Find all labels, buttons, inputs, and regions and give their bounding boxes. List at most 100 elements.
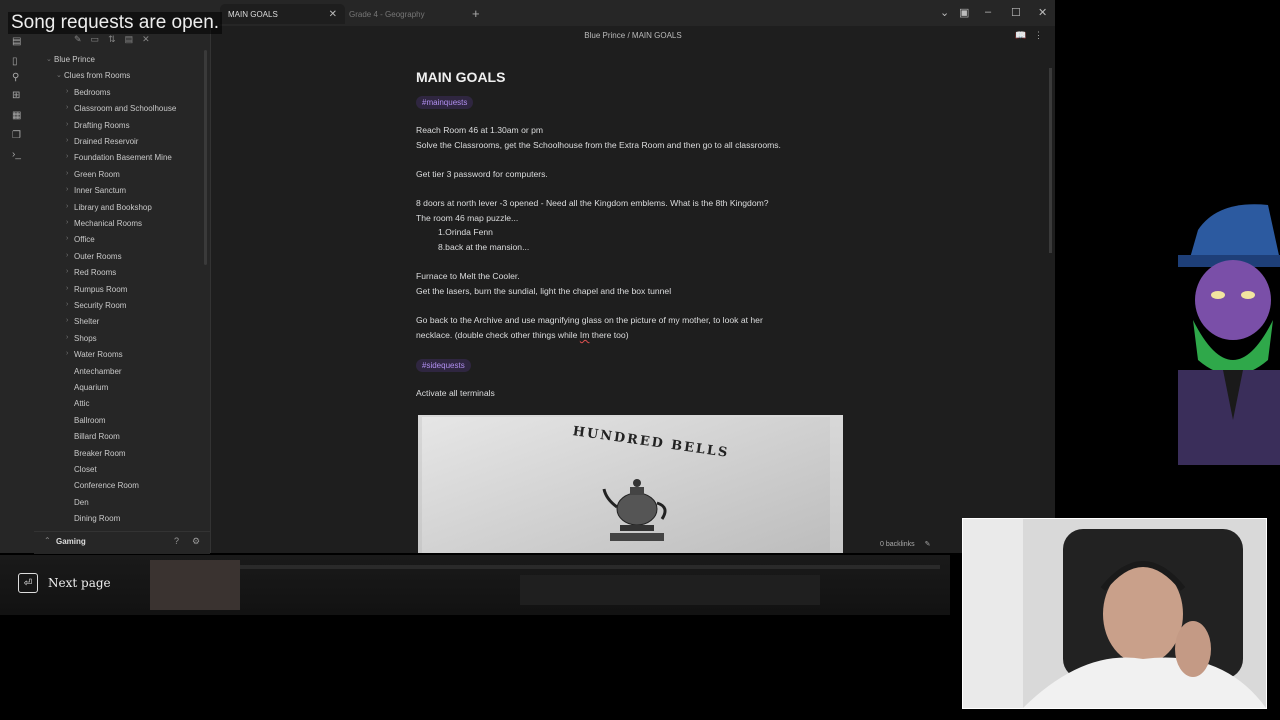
settings-icon[interactable]: ⚙ — [192, 536, 200, 547]
chevron-icon[interactable]: › — [66, 137, 68, 144]
tree-folder[interactable]: Clues from Rooms — [64, 71, 130, 80]
tree-subfolder[interactable]: Classroom and Schoolhouse — [74, 104, 176, 113]
tree-subfolder[interactable]: Security Room — [74, 301, 126, 310]
tree-subfolder[interactable]: Foundation Basement Mine — [74, 153, 172, 162]
tree-subfolder[interactable]: Library and Bookshop — [74, 203, 152, 212]
sidebar-toggle-icon[interactable]: ▣ — [959, 6, 969, 19]
chevron-icon[interactable]: › — [66, 104, 68, 111]
copy-icon[interactable]: ❐ — [12, 130, 21, 141]
goal-line: necklace. (double check other things whi… — [416, 330, 629, 340]
canvas-icon[interactable]: ⊞ — [12, 90, 20, 101]
chevron-icon[interactable]: › — [66, 285, 68, 292]
webcam-feed — [962, 518, 1267, 709]
help-icon[interactable]: ? — [174, 536, 179, 546]
tree-subfolder[interactable]: Office — [74, 235, 95, 244]
chevron-icon[interactable]: › — [66, 317, 68, 324]
list-item: 8.back at the mansion... — [438, 242, 530, 252]
files-icon[interactable]: ▤ — [12, 36, 21, 47]
chevron-icon[interactable]: › — [66, 203, 68, 210]
next-page-prompt[interactable]: ⏎ Next page — [18, 573, 111, 593]
calendar-icon[interactable]: ▦ — [12, 110, 21, 121]
breadcrumb-vault[interactable]: Blue Prince — [584, 31, 625, 40]
window-close-icon[interactable]: ✕ — [1038, 6, 1047, 19]
goal-line: 8 doors at north lever -3 opened - Need … — [416, 198, 769, 208]
tag-mainquests[interactable]: #mainquests — [416, 96, 474, 109]
tree-subfolder[interactable]: Inner Sanctum — [74, 186, 126, 195]
goal-line: Get the lasers, burn the sundial, light … — [416, 286, 672, 296]
tag-sidequests[interactable]: #sidequests — [416, 359, 471, 372]
goal-line: Reach Room 46 at 1.30am or pm — [416, 125, 544, 135]
note-title: MAIN GOALS — [416, 69, 506, 85]
tree-root[interactable]: Blue Prince — [54, 55, 95, 64]
tree-note[interactable]: Aquarium — [74, 383, 108, 392]
chevron-icon[interactable]: › — [66, 121, 68, 128]
file-explorer: ✎▭⇅▤✕ ⌄ Blue Prince ⌄ Clues from Rooms › Bedr… — [34, 26, 211, 553]
teapot-icon — [602, 479, 667, 541]
edit-icon[interactable]: ✎ — [925, 541, 931, 548]
backlinks-count[interactable]: 0 backlinks — [880, 541, 915, 548]
chevron-icon[interactable]: › — [66, 219, 68, 226]
new-tab-icon[interactable]: + — [472, 6, 480, 21]
new-note-icon[interactable]: ✎ — [74, 34, 91, 44]
graph-icon[interactable]: ⚲ — [12, 72, 19, 83]
vault-switcher[interactable]: ⌃ Gaming ? ⚙ — [34, 531, 210, 554]
chevron-icon[interactable]: › — [66, 301, 68, 308]
webcam-image — [963, 519, 1266, 708]
chevron-down-icon[interactable]: ⌄ — [940, 6, 949, 19]
tree-note[interactable]: Dining Room — [74, 514, 120, 523]
reading-mode-icon[interactable]: 📖 — [1015, 30, 1026, 40]
chevron-icon[interactable]: › — [66, 334, 68, 341]
tree-note[interactable]: Conference Room — [74, 481, 139, 490]
close-panel-icon[interactable]: ✕ — [142, 34, 159, 44]
tree-subfolder[interactable]: Rumpus Room — [74, 285, 127, 294]
key-icon: ⏎ — [18, 573, 38, 593]
chevron-icon[interactable]: › — [66, 350, 68, 357]
tree-subfolder[interactable]: Outer Rooms — [74, 252, 122, 261]
chevron-icon[interactable]: ⌄ — [56, 71, 62, 79]
embedded-image[interactable]: HUNDRED BELLS — [418, 415, 843, 553]
terminal-icon[interactable]: ›_ — [12, 149, 21, 160]
page-icon[interactable]: ▯ — [12, 56, 18, 67]
collapse-icon[interactable]: ▤ — [125, 34, 143, 44]
tree-note[interactable]: Billard Room — [74, 432, 120, 441]
chevron-icon[interactable]: › — [66, 170, 68, 177]
goal-line: Furnace to Melt the Cooler. — [416, 271, 520, 281]
sidebar-scrollbar[interactable] — [204, 50, 207, 265]
goal-line: Go back to the Archive and use magnifyin… — [416, 315, 763, 325]
tree-subfolder[interactable]: Water Rooms — [74, 350, 123, 359]
breadcrumb-note[interactable]: MAIN GOALS — [632, 31, 682, 40]
chevron-icon[interactable]: › — [66, 153, 68, 160]
tree-subfolder[interactable]: Drained Reservoir — [74, 137, 138, 146]
misspelled-word[interactable]: Im — [580, 330, 590, 340]
next-page-label: Next page — [48, 576, 111, 590]
tree-note[interactable]: Closet — [74, 465, 97, 474]
chevron-icon[interactable]: › — [66, 235, 68, 242]
tree-subfolder[interactable]: Shops — [74, 334, 97, 343]
tree-note[interactable]: Den — [74, 498, 89, 507]
tree-subfolder[interactable]: Bedrooms — [74, 88, 110, 97]
tree-note[interactable]: Ballroom — [74, 416, 106, 425]
minimize-icon[interactable]: – — [985, 6, 991, 18]
tab-main-goals[interactable]: MAIN GOALS ✕ — [220, 4, 345, 24]
more-options-icon[interactable]: ⋮ — [1034, 30, 1043, 40]
sort-icon[interactable]: ⇅ — [108, 34, 125, 44]
tree-note[interactable]: Attic — [74, 399, 90, 408]
tree-subfolder[interactable]: Green Room — [74, 170, 120, 179]
tree-note[interactable]: Antechamber — [74, 367, 122, 376]
tree-subfolder[interactable]: Drafting Rooms — [74, 121, 130, 130]
close-icon[interactable]: ✕ — [329, 9, 337, 20]
chevron-icon[interactable]: ⌄ — [46, 55, 52, 63]
tree-subfolder[interactable]: Red Rooms — [74, 268, 116, 277]
chevron-icon[interactable]: › — [66, 186, 68, 193]
maximize-icon[interactable]: ☐ — [1011, 6, 1021, 19]
tree-note[interactable]: Breaker Room — [74, 449, 126, 458]
chevron-icon[interactable]: › — [66, 252, 68, 259]
image-caption: HUNDRED BELLS — [571, 424, 731, 461]
chevron-icon[interactable]: › — [66, 268, 68, 275]
new-folder-icon[interactable]: ▭ — [91, 34, 109, 44]
tree-subfolder[interactable]: Shelter — [74, 317, 99, 326]
chevron-icon[interactable]: › — [66, 88, 68, 95]
tree-subfolder[interactable]: Mechanical Rooms — [74, 219, 142, 228]
editor-scrollbar[interactable] — [1049, 68, 1052, 253]
tab-geography[interactable]: Grade 4 - Geography — [349, 4, 469, 24]
